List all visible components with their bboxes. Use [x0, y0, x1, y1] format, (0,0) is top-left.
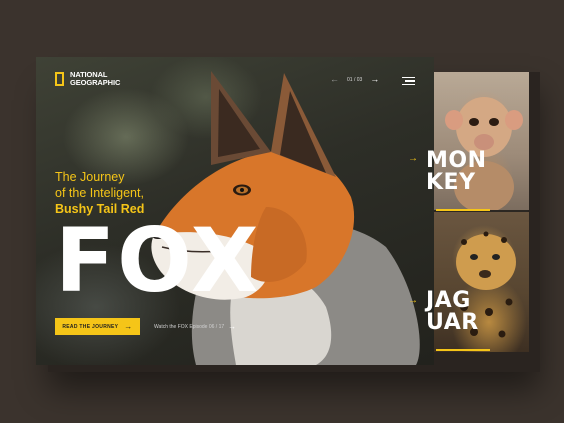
hero-banner: NATIONAL GEOGRAPHIC ← 01 / 03 → The Journ…: [36, 57, 434, 365]
read-journey-button[interactable]: READ THE JOURNEY →: [55, 318, 140, 335]
arrow-right-icon: →: [228, 322, 237, 331]
arrow-right-icon[interactable]: →: [370, 75, 379, 84]
jaguar-label[interactable]: JAG UAR: [426, 290, 479, 334]
arrow-right-icon[interactable]: →: [408, 153, 418, 164]
jaguar-underline: [436, 349, 490, 351]
hero-title: FOX: [55, 217, 261, 301]
monkey-label[interactable]: MON KEY: [426, 150, 487, 194]
slide-pager: ← 01 / 03 →: [330, 75, 379, 84]
brand-name: NATIONAL GEOGRAPHIC: [70, 70, 121, 87]
arrow-left-icon[interactable]: ←: [330, 75, 339, 84]
pager-count: 01 / 03: [347, 76, 363, 83]
monkey-underline: [436, 209, 490, 211]
hero-headline: The Journey of the Inteligent, Bushy Tai…: [55, 170, 145, 216]
arrow-right-icon: →: [124, 322, 133, 331]
arrow-right-icon[interactable]: →: [408, 295, 418, 306]
national-geographic-logo[interactable]: NATIONAL GEOGRAPHIC: [55, 71, 120, 87]
rectangle-frame-icon: [55, 72, 64, 86]
watch-episode-link[interactable]: Watch the FOX Episode 06 / 17 →: [154, 322, 236, 331]
hamburger-menu-icon[interactable]: [402, 77, 415, 85]
